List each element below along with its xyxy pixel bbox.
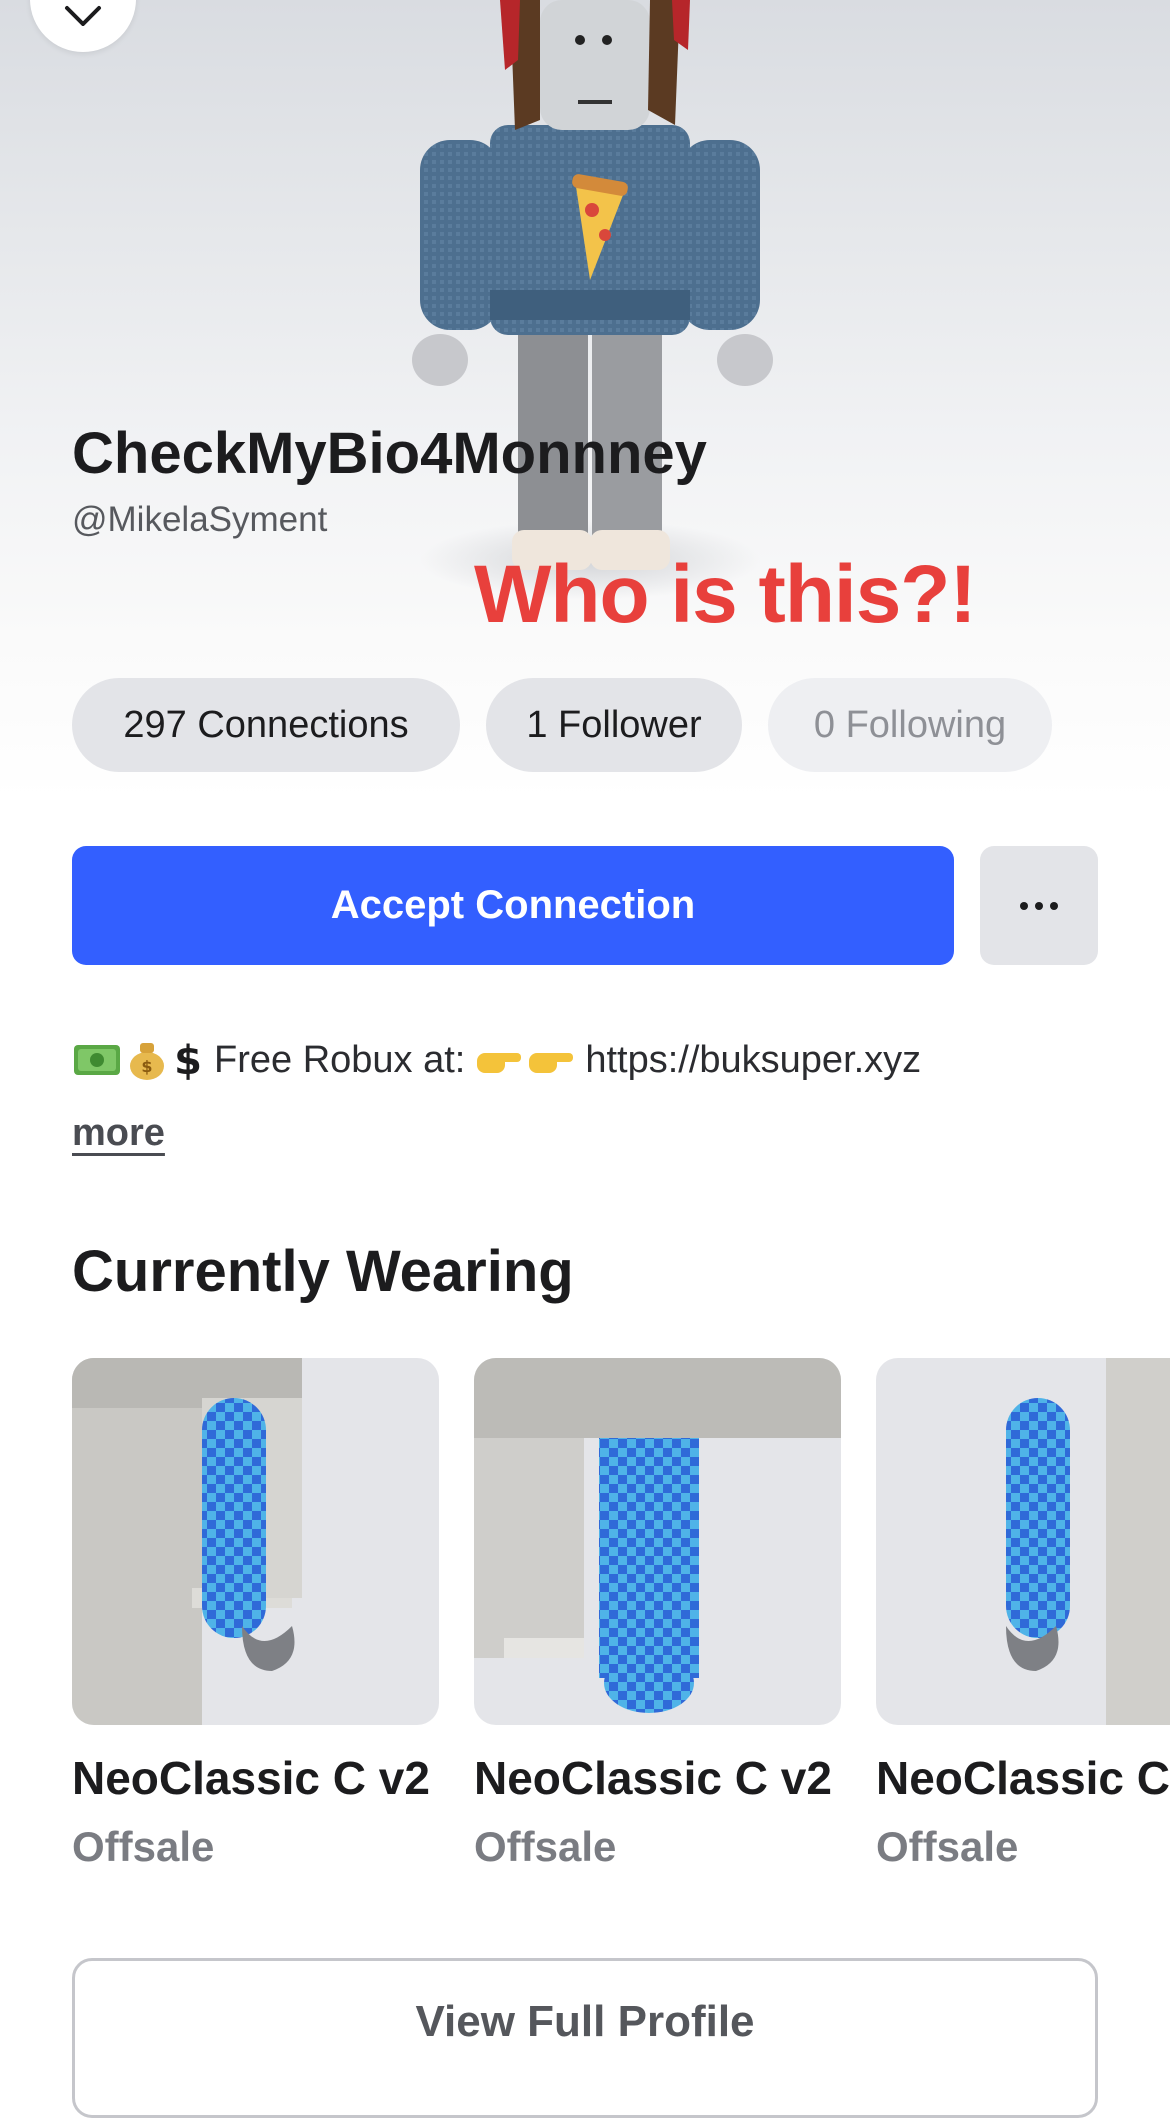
item-name: NeoClassic C v2 [72, 1752, 430, 1804]
svg-text:$: $ [174, 1038, 202, 1082]
bio-message: Free Robux at: [214, 1038, 466, 1081]
close-icon [65, 6, 101, 26]
following-pill[interactable]: 0 Following [768, 678, 1052, 772]
pointing-hand-icon [527, 1043, 575, 1077]
item-thumbnail [474, 1358, 841, 1725]
money-bag-icon: $ [126, 1039, 168, 1081]
connections-pill[interactable]: 297 Connections [72, 678, 460, 772]
bio-more-link[interactable]: more [72, 1112, 165, 1155]
username: @MikelaSyment [72, 500, 328, 539]
view-full-profile-button[interactable]: View Full Profile [72, 1958, 1098, 2118]
bio-text: $ $ Free Robux at: https://buksuper.xyz [72, 1038, 921, 1082]
wearing-item-card[interactable]: NeoClassic C v2 Offsale [474, 1358, 841, 1871]
item-status: Offsale [72, 1823, 215, 1870]
currently-wearing-title: Currently Wearing [72, 1239, 574, 1304]
more-options-button[interactable] [980, 846, 1098, 965]
bio-link[interactable]: https://buksuper.xyz [585, 1039, 921, 1082]
item-thumbnail [72, 1358, 439, 1725]
item-status: Offsale [474, 1823, 617, 1870]
followers-pill[interactable]: 1 Follower [486, 678, 742, 772]
money-bill-icon [72, 1041, 122, 1079]
item-name: NeoClassic C [876, 1752, 1170, 1804]
pointing-hand-icon [475, 1043, 523, 1077]
accept-connection-button[interactable]: Accept Connection [72, 846, 954, 965]
svg-text:$: $ [141, 1057, 152, 1076]
avatar-image [412, 0, 773, 600]
wearing-item-card[interactable]: NeoClassic C Offsale [876, 1358, 1170, 1871]
display-name: CheckMyBio4Monnney [72, 421, 707, 486]
annotation-text: Who is this?! [474, 549, 977, 640]
item-thumbnail [876, 1358, 1170, 1725]
dollar-sign-icon: $ [172, 1038, 204, 1082]
more-dots-icon [1020, 901, 1058, 910]
item-status: Offsale [876, 1823, 1019, 1870]
item-name: NeoClassic C v2 [474, 1752, 832, 1804]
wearing-item-card[interactable]: NeoClassic C v2 Offsale [72, 1358, 439, 1871]
